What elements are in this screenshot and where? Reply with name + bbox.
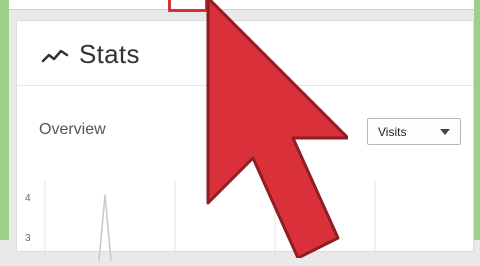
metric-select-value: Visits bbox=[378, 125, 407, 139]
chevron-down-icon bbox=[440, 129, 450, 135]
overview-label: Overview bbox=[39, 121, 106, 138]
trend-line-icon bbox=[41, 49, 69, 63]
y-tick-label: 3 bbox=[25, 233, 31, 244]
y-tick-label: 4 bbox=[25, 193, 31, 204]
right-frame bbox=[474, 0, 480, 240]
pointer-cursor-icon bbox=[206, 0, 348, 258]
series-line bbox=[98, 194, 112, 262]
left-frame bbox=[0, 0, 9, 240]
metric-select[interactable]: Visits bbox=[367, 118, 461, 145]
page-title: Stats bbox=[79, 39, 140, 69]
